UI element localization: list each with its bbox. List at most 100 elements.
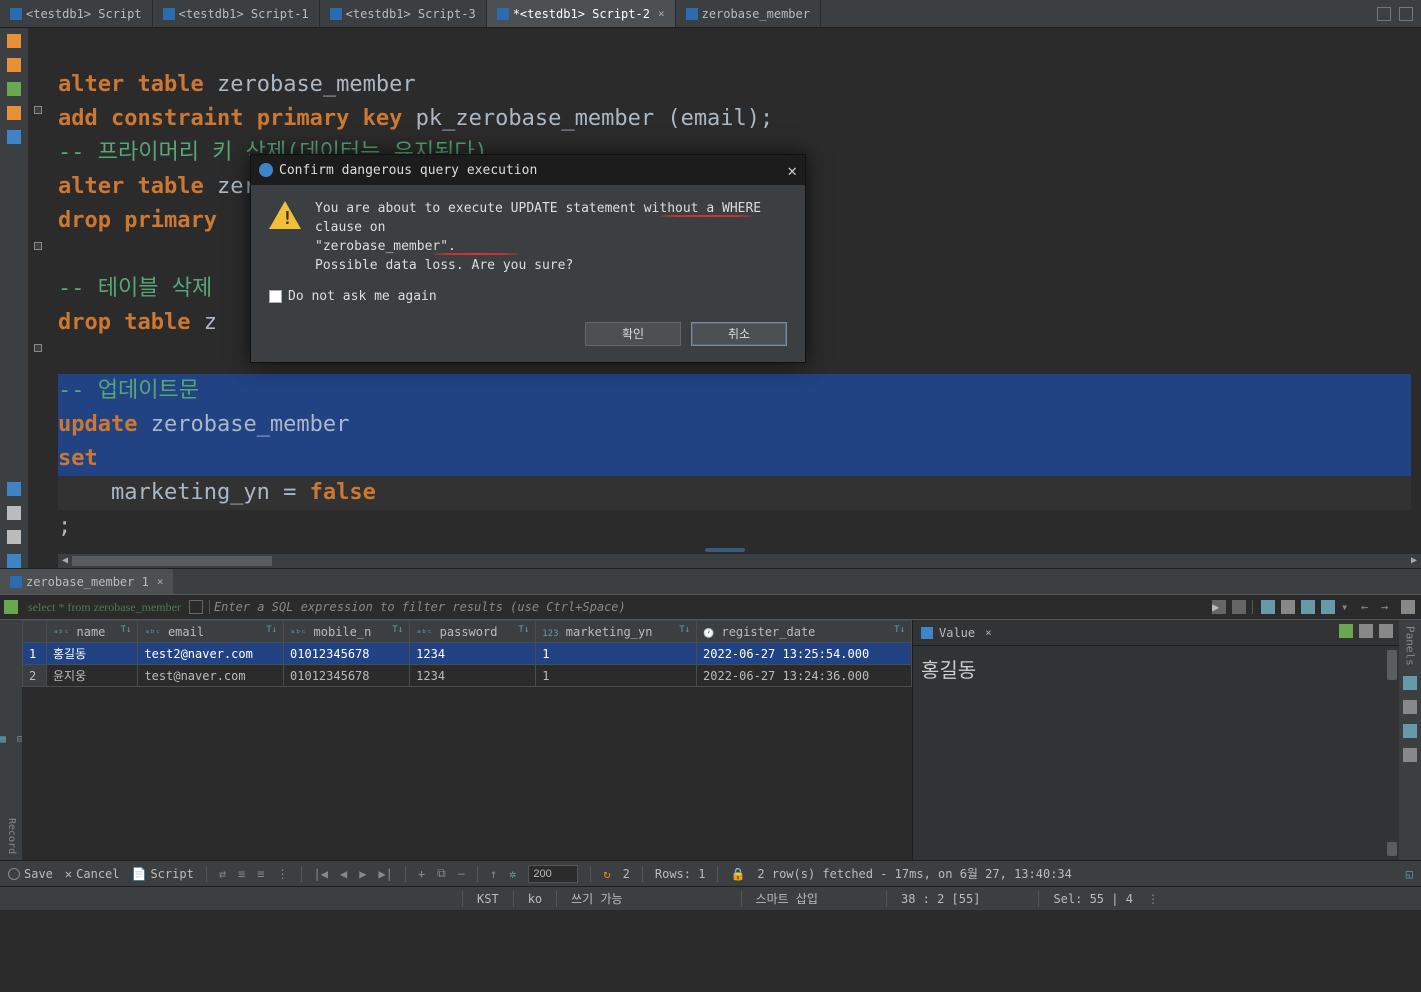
tool-icon-4[interactable]	[7, 554, 21, 568]
tab-script-1[interactable]: <testdb1> Script-1	[153, 0, 320, 27]
fold-handle[interactable]	[34, 106, 42, 114]
save-value-icon[interactable]	[1339, 624, 1353, 638]
panel-icon-4[interactable]	[1403, 748, 1417, 762]
col-email[interactable]: ᵃᵇᶜ emailT↓	[138, 621, 284, 643]
minimize-button[interactable]	[1377, 7, 1391, 21]
more-icon[interactable]: ⋮	[1147, 892, 1159, 906]
language[interactable]: ko	[528, 892, 542, 906]
close-icon[interactable]: ×	[157, 575, 164, 588]
filter-config-icon[interactable]	[1281, 600, 1295, 614]
prev-icon[interactable]: ←	[1361, 600, 1375, 614]
maximize-button[interactable]	[1399, 7, 1413, 21]
panel-icon-3[interactable]	[1403, 724, 1417, 738]
table-icon	[10, 576, 22, 588]
corner-icon[interactable]: ◱	[1406, 867, 1413, 881]
settings-icon[interactable]: ✲	[509, 867, 516, 881]
page-size-input[interactable]	[528, 865, 578, 883]
layout-icon[interactable]	[1301, 600, 1315, 614]
scrollbar-thumb[interactable]	[72, 556, 272, 566]
tool-icon-1[interactable]	[7, 482, 21, 496]
run-selection-icon[interactable]	[7, 58, 21, 72]
table-row[interactable]: 1 홍길동 test2@naver.com 01012345678 1234 1…	[23, 643, 912, 665]
run-icon[interactable]	[7, 34, 21, 48]
col-register-date[interactable]: 🕐 register_dateT↓	[697, 621, 912, 643]
copy-row-icon[interactable]: ⧉	[437, 866, 446, 881]
tab-script-0[interactable]: <testdb1> Script	[0, 0, 153, 27]
right-toolbar: Panels	[1399, 620, 1421, 860]
dropdown-icon[interactable]: ▾	[1341, 600, 1355, 614]
insert-mode[interactable]: 스마트 삽입	[756, 890, 818, 907]
scroll-down-icon[interactable]	[1387, 842, 1397, 856]
scroll-right-icon[interactable]: ▶	[1407, 554, 1421, 568]
scrollbar-thumb[interactable]	[1387, 650, 1397, 680]
edit-icon-1[interactable]: ⇄	[219, 867, 226, 881]
horizontal-scrollbar[interactable]: ◀ ▶	[58, 554, 1421, 568]
expand-icon[interactable]	[189, 600, 203, 614]
cancel-button[interactable]: ✕Cancel	[65, 867, 120, 881]
col-password[interactable]: ᵃᵇᶜ passwordT↓	[410, 621, 536, 643]
tab-script-3[interactable]: <testdb1> Script-3	[320, 0, 487, 27]
filter-sql-icon[interactable]	[4, 600, 18, 614]
apply-filter-icon[interactable]: ▶	[1212, 600, 1226, 614]
panels-label[interactable]: Panels	[1404, 626, 1417, 666]
tool-icon-2[interactable]	[7, 506, 21, 520]
menu-icon[interactable]	[1401, 600, 1415, 614]
filter-input[interactable]: Enter a SQL expression to filter results…	[209, 600, 1206, 614]
fold-handle[interactable]	[34, 242, 42, 250]
refresh-icon[interactable]: ↻	[603, 867, 610, 881]
panels-icon[interactable]	[1261, 600, 1275, 614]
edit-icon-3[interactable]: ≡	[257, 867, 264, 881]
tab-zerobase-member[interactable]: zerobase_member	[676, 0, 821, 27]
cancel-button[interactable]: 취소	[691, 322, 787, 346]
close-icon[interactable]: ×	[985, 626, 992, 639]
col-name[interactable]: ᵃᵇᶜ nameT↓	[47, 621, 138, 643]
split-handle[interactable]	[705, 548, 745, 552]
export-icon[interactable]: ↑	[490, 867, 497, 881]
dialog-titlebar[interactable]: Confirm dangerous query execution ✕	[251, 155, 805, 185]
refresh-icon[interactable]	[1321, 600, 1335, 614]
panel-icon-1[interactable]	[1403, 676, 1417, 690]
edit-icon-2[interactable]: ≡	[238, 867, 245, 881]
timezone[interactable]: KST	[477, 892, 499, 906]
col-marketing[interactable]: 123 marketing_ynT↓	[536, 621, 697, 643]
edit-value-icon[interactable]	[1359, 624, 1373, 638]
ok-button[interactable]: 확인	[585, 322, 681, 346]
script-button[interactable]: 📄Script	[132, 867, 194, 881]
warning-icon	[269, 201, 301, 229]
clear-filter-icon[interactable]	[1232, 600, 1246, 614]
dialog-message: You are about to execute UPDATE statemen…	[315, 199, 787, 275]
save-button[interactable]: Save	[8, 867, 53, 881]
commit-icon[interactable]	[7, 130, 21, 144]
next-icon[interactable]: →	[1381, 600, 1395, 614]
explain-icon[interactable]	[7, 82, 21, 96]
add-row-icon[interactable]: +	[418, 867, 425, 881]
col-rownum[interactable]	[23, 621, 47, 643]
delete-row-icon[interactable]: −	[458, 867, 465, 881]
do-not-ask-checkbox[interactable]	[269, 290, 282, 303]
fetch-message: 2 row(s) fetched - 17ms, on 6월 27, 13:40…	[757, 865, 1071, 882]
fold-handle[interactable]	[34, 344, 42, 352]
more-value-icon[interactable]	[1379, 624, 1393, 638]
scroll-left-icon[interactable]: ◀	[58, 554, 72, 568]
edit-icon-4[interactable]: ⋮	[277, 867, 289, 881]
do-not-ask-label: Do not ask me again	[288, 289, 437, 304]
tool-icon-3[interactable]	[7, 530, 21, 544]
plan-icon[interactable]	[7, 106, 21, 120]
data-grid[interactable]: ᵃᵇᶜ nameT↓ ᵃᵇᶜ emailT↓ ᵃᵇᶜ mobile_nT↓ ᵃᵇ…	[22, 620, 912, 860]
panel-icon-2[interactable]	[1403, 700, 1417, 714]
status-bar: KST ko 쓰기 가능 스마트 삽입 38 : 2 [55] Sel: 55 …	[0, 886, 1421, 910]
confirm-dialog: Confirm dangerous query execution ✕ You …	[250, 154, 806, 363]
first-page-icon[interactable]: |◀	[314, 867, 328, 881]
close-icon[interactable]: ×	[658, 7, 665, 20]
col-mobile[interactable]: ᵃᵇᶜ mobile_nT↓	[284, 621, 410, 643]
value-content[interactable]: 홍길동	[913, 646, 1399, 691]
next-page-icon[interactable]: ▶	[359, 867, 366, 881]
table-row[interactable]: 2 윤지웅 test@naver.com 01012345678 1234 1 …	[23, 665, 912, 687]
tab-script-2[interactable]: *<testdb1> Script-2×	[487, 0, 676, 27]
write-mode[interactable]: 쓰기 가능	[571, 890, 622, 907]
prev-page-icon[interactable]: ◀	[340, 867, 347, 881]
last-page-icon[interactable]: ▶|	[378, 867, 392, 881]
results-tab[interactable]: zerobase_member 1 ×	[0, 569, 173, 594]
selection-info: Sel: 55 | 4	[1053, 892, 1132, 906]
close-icon[interactable]: ✕	[787, 161, 797, 180]
